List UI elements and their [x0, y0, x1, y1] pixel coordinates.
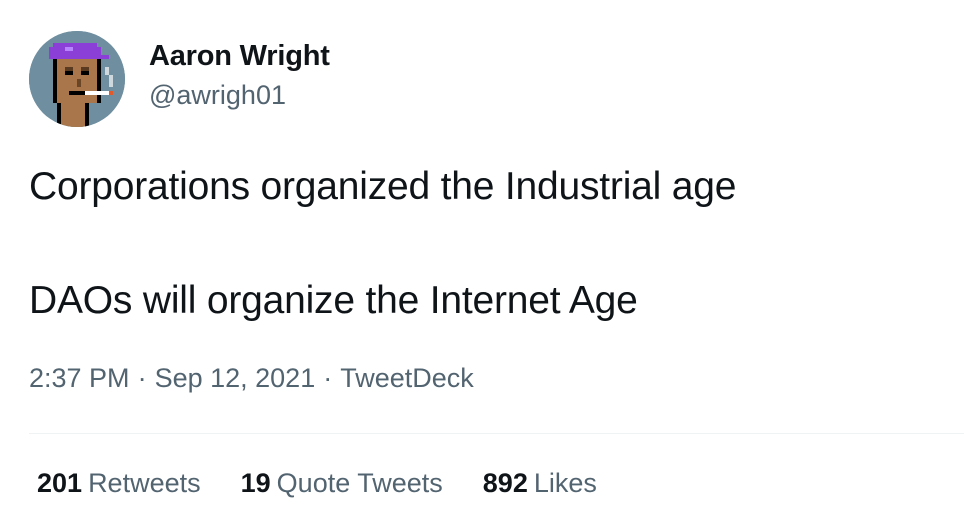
tweet-date-link[interactable]: Sep 12, 2021	[155, 363, 316, 393]
tweet-meta: 2:37 PM · Sep 12, 2021 · TweetDeck	[29, 363, 474, 394]
pixel-punk-avatar-icon	[29, 31, 125, 127]
divider	[29, 433, 964, 434]
tweet-time-link[interactable]: 2:37 PM	[29, 363, 130, 393]
tweet-source-link[interactable]: TweetDeck	[340, 363, 474, 393]
tweet-card: Aaron Wright @awrigh01 Corporations orga…	[0, 0, 964, 526]
quote-tweets-count: 19	[240, 468, 271, 498]
retweets-label: Retweets	[88, 468, 201, 498]
likes-count: 892	[482, 468, 528, 498]
author-display-name[interactable]: Aaron Wright	[149, 40, 330, 73]
likes-stat-link[interactable]: 892 Likes	[483, 468, 597, 499]
quote-tweets-stat-link[interactable]: 19 Quote Tweets	[241, 468, 443, 499]
retweets-stat-link[interactable]: 201 Retweets	[37, 468, 201, 499]
quote-tweets-label: Quote Tweets	[276, 468, 443, 498]
meta-separator: ·	[323, 363, 333, 393]
tweet-text-line: Corporations organized the Industrial ag…	[29, 165, 737, 208]
tweet-stats: 201 Retweets 19 Quote Tweets 892 Likes	[37, 468, 597, 499]
meta-separator: ·	[137, 363, 147, 393]
tweet-text-line: DAOs will organize the Internet Age	[29, 279, 638, 322]
likes-label: Likes	[533, 468, 597, 498]
author-handle[interactable]: @awrigh01	[149, 80, 286, 111]
avatar[interactable]	[29, 31, 125, 127]
retweets-count: 201	[37, 468, 83, 498]
